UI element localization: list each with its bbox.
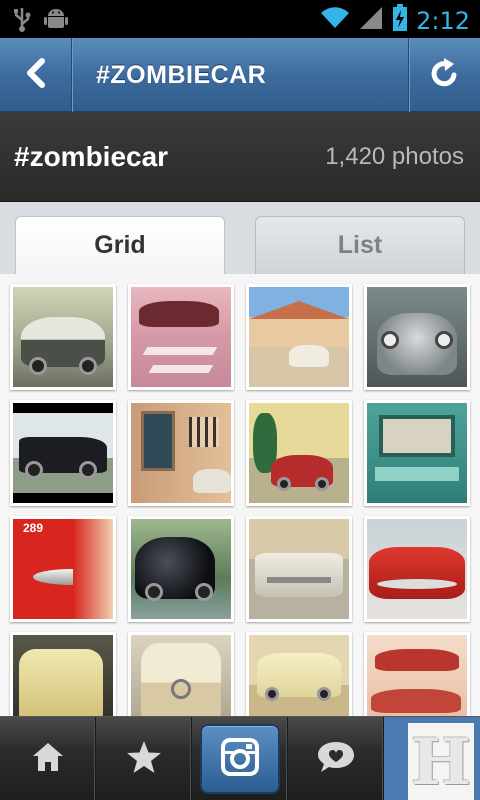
red-cars-photo[interactable]: [364, 632, 470, 716]
nav-camera-button[interactable]: [192, 717, 288, 800]
status-bar: 2:12: [0, 0, 480, 38]
nav-news-button[interactable]: [288, 717, 384, 800]
title-bar: #ZOMBIECAR: [0, 38, 480, 112]
camera-button-frame: [199, 724, 280, 794]
wifi-icon: [320, 6, 350, 35]
driveway-car-photo[interactable]: [246, 284, 352, 390]
news-bubble-icon: [316, 739, 356, 780]
black-pickup-photo[interactable]: [10, 400, 116, 506]
tab-list[interactable]: List: [255, 216, 465, 274]
teal-truck-photo[interactable]: [364, 400, 470, 506]
nav-popular-button[interactable]: [96, 717, 192, 800]
avatar-letter: H: [410, 724, 472, 800]
nav-home-button[interactable]: [0, 717, 96, 800]
profile-avatar: H: [408, 723, 474, 800]
vw-beetle-front-photo[interactable]: [364, 284, 470, 390]
studebaker-parking-photo[interactable]: [128, 284, 234, 390]
tag-header: #zombiecar 1,420 photos: [0, 112, 480, 202]
red-beetle-photo[interactable]: [246, 400, 352, 506]
refresh-icon: [430, 57, 460, 94]
white-chevy-photo[interactable]: [246, 516, 352, 622]
vw-bus-front-photo[interactable]: [128, 632, 234, 716]
camera-icon: [220, 737, 260, 782]
signal-icon: [358, 5, 384, 36]
photo-grid: 289: [0, 274, 480, 716]
cream-van-photo[interactable]: [246, 632, 352, 716]
back-button[interactable]: [0, 38, 72, 112]
nav-profile-button[interactable]: H: [384, 717, 480, 800]
vw-bus-photo[interactable]: [10, 284, 116, 390]
usb-icon: [12, 6, 32, 37]
tag-name: #zombiecar: [14, 141, 169, 172]
chevron-left-icon: [24, 57, 48, 93]
refresh-button[interactable]: [408, 38, 480, 112]
red-fin-photo[interactable]: 289: [10, 516, 116, 622]
view-tabs: Grid List: [0, 202, 480, 274]
photo-count: 1,420 photos: [325, 143, 464, 170]
tab-grid[interactable]: Grid: [15, 216, 225, 274]
clock: 2:12: [416, 6, 470, 35]
black-beetle-photo[interactable]: [128, 516, 234, 622]
android-debug-icon: [44, 6, 68, 37]
bottom-nav: H: [0, 716, 480, 800]
page-title: #ZOMBIECAR: [96, 61, 267, 89]
doorway-car-photo[interactable]: [128, 400, 234, 506]
star-icon: [126, 740, 162, 779]
battery-charging-icon: [392, 4, 408, 37]
yellow-bus-photo[interactable]: [10, 632, 116, 716]
home-icon: [31, 741, 65, 778]
red-belair-photo[interactable]: [364, 516, 470, 622]
